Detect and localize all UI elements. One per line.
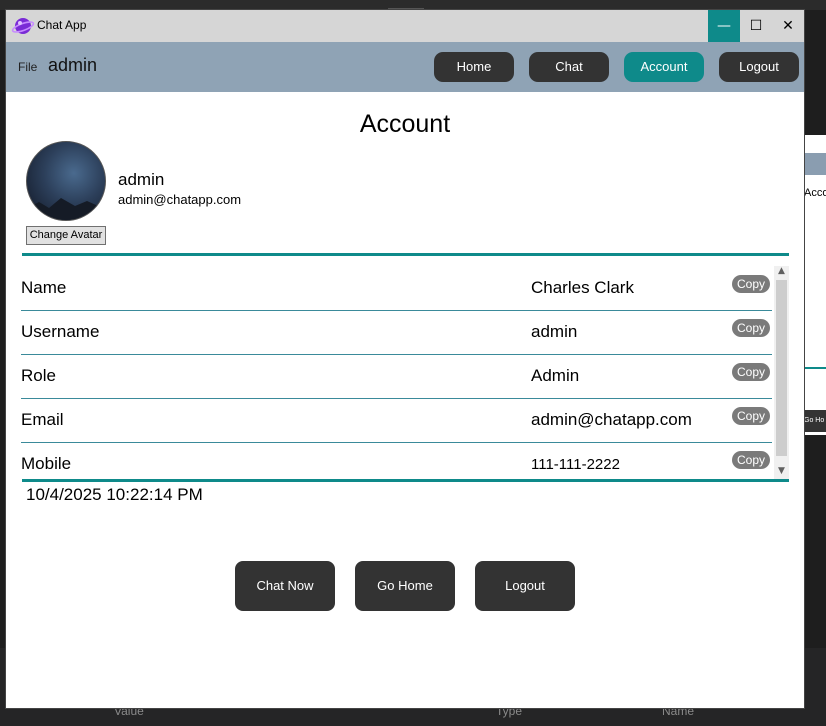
profile-email: admin@chatapp.com <box>118 192 242 207</box>
detail-label: Username <box>21 322 100 341</box>
title-bar[interactable]: Chat App — ☐ ✕ <box>6 10 804 42</box>
detail-label: Email <box>21 410 64 429</box>
top-navbar: File admin Home Chat Account Logout <box>6 42 804 92</box>
minimize-button[interactable]: — <box>708 10 740 42</box>
background-title: Acco <box>804 187 826 199</box>
background-navbar <box>804 153 826 175</box>
background-button: Go Ho <box>804 410 826 432</box>
detail-row-username: Username admin Copy <box>21 310 772 355</box>
avatar <box>26 141 106 221</box>
detail-value: Charles Clark <box>531 278 634 297</box>
scroll-up-icon[interactable]: ▲ <box>774 266 789 276</box>
detail-row-name: Name Charles Clark Copy <box>21 266 772 311</box>
detail-label: Role <box>21 366 56 385</box>
page-title: Account <box>359 110 451 138</box>
nav-username: admin <box>48 55 98 75</box>
detail-label: Name <box>21 278 67 297</box>
detail-row-role: Role Admin Copy <box>21 354 772 399</box>
close-button[interactable]: ✕ <box>772 10 804 42</box>
background-divider <box>804 367 826 369</box>
chat-now-button[interactable]: Chat Now <box>235 561 335 611</box>
account-details-list: Name Charles Clark Copy Username admin C… <box>21 266 774 480</box>
file-menu[interactable]: File <box>18 60 37 74</box>
scroll-down-icon[interactable]: ▼ <box>774 466 789 476</box>
copy-name-button[interactable]: Copy <box>732 275 770 293</box>
detail-value: 111-111-2222 <box>531 456 620 473</box>
avatar-image <box>27 198 105 220</box>
bottom-divider <box>22 479 789 482</box>
details-scrollbar[interactable]: ▲ ▼ <box>774 266 789 480</box>
top-divider <box>22 253 789 256</box>
nav-home-button[interactable]: Home <box>434 52 514 82</box>
nav-account-button[interactable]: Account <box>624 52 704 82</box>
copy-email-button[interactable]: Copy <box>732 407 770 425</box>
scroll-thumb[interactable] <box>776 280 787 456</box>
change-avatar-button[interactable]: Change Avatar <box>26 226 106 245</box>
detail-value: admin <box>531 322 578 341</box>
app-title: Chat App <box>37 18 87 32</box>
chat-app-window: Chat App — ☐ ✕ File admin Home Chat Acco… <box>6 10 804 708</box>
detail-row-mobile: Mobile 111-111-2222 Copy <box>21 442 772 480</box>
detail-value: Admin <box>531 366 580 385</box>
nav-logout-button[interactable]: Logout <box>719 52 799 82</box>
background-window-peek: Acco Go Ho <box>804 135 826 435</box>
app-planet-icon <box>11 18 35 34</box>
profile-name: admin <box>118 170 165 189</box>
timestamp: 10/4/2025 10:22:14 PM <box>26 485 203 504</box>
detail-value: admin@chatapp.com <box>531 410 692 429</box>
copy-role-button[interactable]: Copy <box>732 363 770 381</box>
maximize-button[interactable]: ☐ <box>740 10 772 42</box>
logout-button[interactable]: Logout <box>475 561 575 611</box>
detail-label: Mobile <box>21 454 72 473</box>
copy-username-button[interactable]: Copy <box>732 319 770 337</box>
detail-row-email: Email admin@chatapp.com Copy <box>21 398 772 443</box>
go-home-button[interactable]: Go Home <box>355 561 455 611</box>
nav-chat-button[interactable]: Chat <box>529 52 609 82</box>
copy-mobile-button[interactable]: Copy <box>732 451 770 469</box>
